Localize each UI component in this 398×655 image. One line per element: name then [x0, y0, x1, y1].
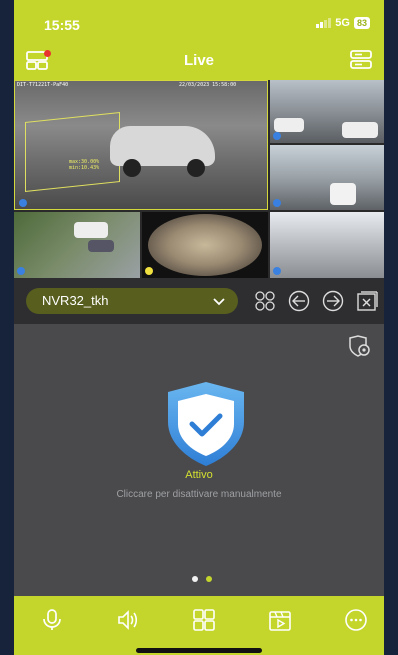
app-header: 15:55 5G 83 Live [14, 0, 384, 80]
arming-panel: Attivo Cliccare per disattivare manualme… [14, 324, 384, 596]
detection-zone [25, 112, 120, 192]
device-name: NVR32_tkh [42, 293, 109, 308]
zone-readout: max:30.00% min:10.43% [69, 159, 99, 171]
car-image [330, 183, 356, 205]
home-indicator [136, 648, 262, 653]
fisheye-view [148, 214, 262, 276]
playback-controls: NVR32_tkh [14, 278, 384, 324]
split-layout-icon[interactable] [254, 290, 276, 312]
shield-check-icon[interactable] [160, 378, 252, 470]
chevron-down-icon [213, 298, 225, 306]
prev-page-icon[interactable] [288, 290, 310, 312]
arming-status: Attivo [185, 469, 213, 481]
signal-icon [316, 18, 332, 28]
network-label: 5G [335, 17, 350, 29]
car-image [74, 222, 108, 238]
zone-min: min:10.43% [69, 165, 100, 171]
channel-status-dot [145, 267, 153, 275]
car-wheel [123, 159, 141, 177]
car-image [342, 122, 378, 138]
channel-status-dot [273, 199, 281, 207]
page-indicator [192, 576, 212, 582]
close-all-icon[interactable] [356, 290, 378, 312]
device-dropdown[interactable]: NVR32_tkh [26, 288, 238, 314]
camera-grid: DIT-T71221T-PaF40 22/03/2023 15:58:00 ma… [14, 80, 384, 278]
camera-settings-icon[interactable] [346, 334, 372, 358]
channel-status-dot [273, 132, 281, 140]
device-list-icon[interactable] [350, 50, 372, 70]
channel-status-dot [273, 267, 281, 275]
camera-tile-6[interactable] [270, 212, 384, 278]
phone-screen: 15:55 5G 83 Live DIT-T71221T-PaF40 22/03… [14, 0, 384, 655]
camera-tile-3[interactable] [270, 145, 384, 210]
next-page-icon[interactable] [322, 290, 344, 312]
camera-tile-main[interactable]: DIT-T71221T-PaF40 22/03/2023 15:58:00 ma… [14, 80, 268, 210]
channel-status-dot [19, 199, 27, 207]
camera-tile-5-fisheye[interactable] [142, 212, 268, 278]
page-dot-active[interactable] [206, 576, 212, 582]
layout-grid-icon[interactable] [192, 608, 216, 632]
playback-icon[interactable] [268, 608, 292, 632]
camera-osd-time: 22/03/2023 15:58:00 [179, 82, 237, 88]
arming-hint[interactable]: Cliccare per disattivare manualmente [14, 489, 384, 500]
speaker-icon[interactable] [116, 608, 140, 632]
camera-tile-4[interactable] [14, 212, 140, 278]
camera-tile-2[interactable] [270, 80, 384, 143]
page-dot[interactable] [192, 576, 198, 582]
battery-level: 83 [353, 17, 370, 29]
microphone-icon[interactable] [40, 608, 64, 632]
car-image [88, 240, 114, 252]
more-icon[interactable] [344, 608, 368, 632]
channel-status-dot [17, 267, 25, 275]
car-image [274, 118, 304, 132]
status-time: 15:55 [44, 17, 80, 33]
car-wheel [187, 159, 205, 177]
status-indicators: 5G 83 [316, 17, 370, 29]
bottom-toolbar [14, 596, 384, 655]
page-title: Live [183, 52, 214, 69]
camera-osd-name: DIT-T71221T-PaF40 [17, 82, 69, 88]
